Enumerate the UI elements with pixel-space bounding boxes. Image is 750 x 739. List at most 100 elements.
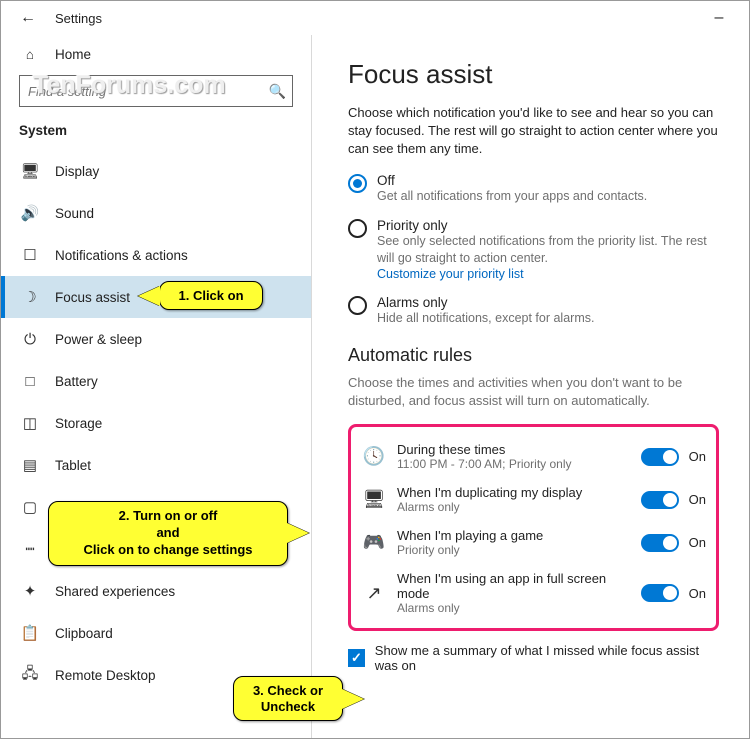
rules-highlight-box: 🕓 During these times 11:00 PM - 7:00 AM;… bbox=[348, 424, 719, 631]
callout-3-line1: 3. Check or bbox=[246, 683, 330, 699]
window-title: Settings bbox=[45, 11, 102, 26]
rule-sub: Alarms only bbox=[397, 601, 641, 615]
share-icon: ✦ bbox=[19, 582, 41, 600]
nav-label: Power & sleep bbox=[55, 332, 142, 347]
search-icon: 🔍 bbox=[269, 83, 286, 100]
summary-label: Show me a summary of what I missed while… bbox=[375, 643, 719, 673]
fullscreen-icon: ↗ bbox=[361, 583, 387, 604]
summary-checkbox-row[interactable]: ✓ Show me a summary of what I missed whi… bbox=[348, 643, 719, 673]
radio-priority[interactable]: Priority only See only selected notifica… bbox=[348, 218, 719, 281]
rule-state: On bbox=[689, 586, 706, 601]
rule-sub: Alarms only bbox=[397, 500, 641, 514]
rule-toggle[interactable] bbox=[641, 584, 679, 602]
nav-clipboard[interactable]: 📋 Clipboard bbox=[1, 612, 311, 654]
page-title: Focus assist bbox=[348, 59, 719, 90]
rule-game[interactable]: 🎮 When I'm playing a game Priority only … bbox=[361, 521, 706, 564]
monitor-icon: 🖥 bbox=[361, 489, 387, 510]
rule-duplicating[interactable]: 🖥 When I'm duplicating my display Alarms… bbox=[361, 478, 706, 521]
nav-label: Focus assist bbox=[55, 290, 130, 305]
rules-intro: Choose the times and activities when you… bbox=[348, 374, 719, 410]
tablet-icon: ▤ bbox=[19, 456, 41, 474]
category-header: System bbox=[1, 117, 311, 150]
sidebar: ⌂ Home 🔍 System 🖥 Display 🔊 Sound ☐ Noti… bbox=[1, 35, 312, 738]
nav-shared[interactable]: ✦ Shared experiences bbox=[1, 570, 311, 612]
radio-off-control[interactable] bbox=[348, 174, 367, 193]
rule-sub: Priority only bbox=[397, 543, 641, 557]
gamepad-icon: 🎮 bbox=[361, 532, 387, 553]
nav-home[interactable]: ⌂ Home bbox=[1, 35, 311, 73]
rule-times[interactable]: 🕓 During these times 11:00 PM - 7:00 AM;… bbox=[361, 435, 706, 478]
nav-notifications[interactable]: ☐ Notifications & actions bbox=[1, 234, 311, 276]
nav-home-label: Home bbox=[55, 47, 91, 62]
search-input[interactable] bbox=[26, 83, 269, 100]
nav-battery[interactable]: □ Battery bbox=[1, 360, 311, 402]
rule-toggle[interactable] bbox=[641, 534, 679, 552]
nav-power[interactable]: ⏻ Power & sleep bbox=[1, 318, 311, 360]
rule-title: When I'm duplicating my display bbox=[397, 485, 641, 500]
callout-2-line1: 2. Turn on or off bbox=[61, 508, 275, 525]
priority-list-link[interactable]: Customize your priority list bbox=[377, 267, 719, 281]
sound-icon: 🔊 bbox=[19, 204, 41, 222]
clipboard-icon: 📋 bbox=[19, 624, 41, 642]
nav-label: Remote Desktop bbox=[55, 668, 156, 683]
radio-priority-control[interactable] bbox=[348, 219, 367, 238]
battery-icon: □ bbox=[19, 373, 41, 390]
page-intro: Choose which notification you'd like to … bbox=[348, 104, 719, 159]
nav-label: Clipboard bbox=[55, 626, 113, 641]
callout-2-line2: and bbox=[61, 525, 275, 542]
nav-label: Notifications & actions bbox=[55, 248, 188, 263]
clock-icon: 🕓 bbox=[361, 446, 387, 467]
nav-sound[interactable]: 🔊 Sound bbox=[1, 192, 311, 234]
titlebar: ← Settings – bbox=[1, 1, 749, 35]
nav-label: Storage bbox=[55, 416, 102, 431]
nav-tablet[interactable]: ▤ Tablet bbox=[1, 444, 311, 486]
storage-icon: ◫ bbox=[19, 414, 41, 432]
rules-header: Automatic rules bbox=[348, 345, 719, 366]
radio-off-sub: Get all notifications from your apps and… bbox=[377, 188, 647, 205]
back-button[interactable]: ← bbox=[11, 1, 45, 35]
rule-toggle[interactable] bbox=[641, 448, 679, 466]
main-panel: Focus assist Choose which notification y… bbox=[312, 35, 749, 738]
callout-3: 3. Check or Uncheck bbox=[233, 676, 343, 721]
summary-checkbox[interactable]: ✓ bbox=[348, 649, 365, 667]
rule-fullscreen[interactable]: ↗ When I'm using an app in full screen m… bbox=[361, 564, 706, 622]
callout-2-line3: Click on to change settings bbox=[61, 542, 275, 559]
home-icon: ⌂ bbox=[19, 47, 41, 62]
callout-1: 1. Click on bbox=[159, 281, 263, 310]
nav-label: Tablet bbox=[55, 458, 91, 473]
remote-icon: 🖧 bbox=[19, 663, 41, 688]
multitask-icon: ▢ bbox=[19, 498, 41, 516]
rule-state: On bbox=[689, 492, 706, 507]
nav-label: Shared experiences bbox=[55, 584, 175, 599]
radio-priority-title: Priority only bbox=[377, 218, 719, 233]
minimize-button[interactable]: – bbox=[699, 3, 739, 33]
radio-alarms-control[interactable] bbox=[348, 296, 367, 315]
rule-title: During these times bbox=[397, 442, 641, 457]
radio-alarms-sub: Hide all notifications, except for alarm… bbox=[377, 310, 594, 327]
project-icon: ┉ bbox=[19, 540, 41, 558]
nav-display[interactable]: 🖥 Display bbox=[1, 150, 311, 192]
search-box[interactable]: 🔍 bbox=[19, 75, 293, 107]
radio-alarms[interactable]: Alarms only Hide all notifications, exce… bbox=[348, 295, 719, 327]
radio-alarms-title: Alarms only bbox=[377, 295, 594, 310]
rule-title: When I'm playing a game bbox=[397, 528, 641, 543]
rule-state: On bbox=[689, 535, 706, 550]
radio-off[interactable]: Off Get all notifications from your apps… bbox=[348, 173, 719, 205]
callout-1-text: 1. Click on bbox=[178, 288, 243, 303]
callout-3-line2: Uncheck bbox=[246, 699, 330, 715]
power-icon: ⏻ bbox=[19, 331, 41, 348]
moon-icon: ☽ bbox=[19, 288, 41, 306]
rule-sub: 11:00 PM - 7:00 AM; Priority only bbox=[397, 457, 641, 471]
nav-storage[interactable]: ◫ Storage bbox=[1, 402, 311, 444]
display-icon: 🖥 bbox=[19, 162, 41, 180]
rule-title: When I'm using an app in full screen mod… bbox=[397, 571, 641, 601]
nav-label: Sound bbox=[55, 206, 94, 221]
rule-state: On bbox=[689, 449, 706, 464]
radio-priority-sub: See only selected notifications from the… bbox=[377, 233, 719, 267]
rule-toggle[interactable] bbox=[641, 491, 679, 509]
nav-label: Display bbox=[55, 164, 99, 179]
callout-2: 2. Turn on or off and Click on to change… bbox=[48, 501, 288, 566]
bell-icon: ☐ bbox=[19, 246, 41, 264]
nav-label: Battery bbox=[55, 374, 98, 389]
radio-off-title: Off bbox=[377, 173, 647, 188]
